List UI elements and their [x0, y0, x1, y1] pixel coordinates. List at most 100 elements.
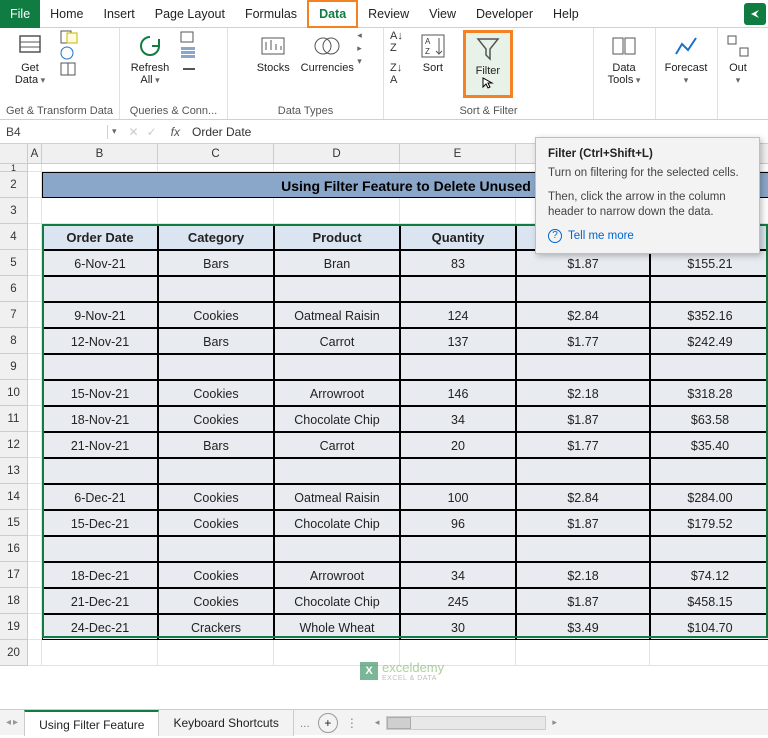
table-cell[interactable]: 96: [400, 510, 516, 536]
table-cell[interactable]: [650, 536, 768, 562]
table-cell[interactable]: 15-Dec-21: [42, 510, 158, 536]
tab-review[interactable]: Review: [358, 0, 419, 28]
table-cell[interactable]: 9-Nov-21: [42, 302, 158, 328]
horizontal-scrollbar[interactable]: ◂ ▸: [386, 716, 546, 730]
cell[interactable]: [400, 164, 516, 172]
table-cell[interactable]: Cookies: [158, 588, 274, 614]
table-cell[interactable]: Carrot: [274, 432, 400, 458]
col-header-C[interactable]: C: [158, 144, 274, 164]
table-cell[interactable]: [158, 458, 274, 484]
cell[interactable]: [400, 198, 516, 224]
table-cell[interactable]: $284.00: [650, 484, 768, 510]
select-all-corner[interactable]: [0, 144, 28, 164]
row-header-20[interactable]: 20: [0, 640, 28, 666]
cell[interactable]: [28, 224, 42, 250]
table-cell[interactable]: Cookies: [158, 380, 274, 406]
table-cell[interactable]: $242.49: [650, 328, 768, 354]
datatype-nav[interactable]: ◂ ▸ ▾: [357, 30, 362, 67]
table-cell[interactable]: 34: [400, 562, 516, 588]
cell[interactable]: [28, 536, 42, 562]
table-cell[interactable]: 30: [400, 614, 516, 640]
table-cell[interactable]: Cookies: [158, 562, 274, 588]
table-cell[interactable]: Bars: [158, 250, 274, 276]
table-cell[interactable]: Cookies: [158, 406, 274, 432]
namebox-dropdown-icon[interactable]: ▾: [108, 126, 121, 137]
tab-view[interactable]: View: [419, 0, 466, 28]
table-cell[interactable]: 6-Nov-21: [42, 250, 158, 276]
col-header-B[interactable]: B: [42, 144, 158, 164]
cell[interactable]: [28, 250, 42, 276]
table-cell[interactable]: Oatmeal Raisin: [274, 484, 400, 510]
table-cell[interactable]: [42, 536, 158, 562]
cell[interactable]: [28, 198, 42, 224]
table-cell[interactable]: [158, 276, 274, 302]
row-header-16[interactable]: 16: [0, 536, 28, 562]
row-header-17[interactable]: 17: [0, 562, 28, 588]
table-cell[interactable]: [516, 276, 650, 302]
table-cell[interactable]: Bars: [158, 432, 274, 458]
cell[interactable]: [28, 432, 42, 458]
cell[interactable]: [28, 588, 42, 614]
table-cell[interactable]: [274, 354, 400, 380]
table-cell[interactable]: $3.49: [516, 614, 650, 640]
table-cell[interactable]: $2.18: [516, 380, 650, 406]
table-cell[interactable]: [400, 536, 516, 562]
col-header-A[interactable]: A: [28, 144, 42, 164]
table-cell[interactable]: 124: [400, 302, 516, 328]
row-header-18[interactable]: 18: [0, 588, 28, 614]
table-cell[interactable]: 12-Nov-21: [42, 328, 158, 354]
cell[interactable]: [42, 640, 158, 666]
table-cell[interactable]: $155.21: [650, 250, 768, 276]
sheet-tab-other[interactable]: Keyboard Shortcuts: [159, 710, 293, 736]
fx-icon[interactable]: fx: [165, 125, 186, 139]
table-cell[interactable]: Crackers: [158, 614, 274, 640]
col-header-E[interactable]: E: [400, 144, 516, 164]
cancel-fx-icon[interactable]: ✕: [129, 125, 139, 139]
table-cell[interactable]: $2.84: [516, 484, 650, 510]
table-cell[interactable]: 15-Nov-21: [42, 380, 158, 406]
cell[interactable]: [274, 198, 400, 224]
table-cell[interactable]: [274, 458, 400, 484]
tab-file[interactable]: File: [0, 0, 40, 28]
table-cell[interactable]: Cookies: [158, 510, 274, 536]
filter-button[interactable]: Filter: [466, 33, 510, 95]
row-header-6[interactable]: 6: [0, 276, 28, 302]
cell[interactable]: [158, 640, 274, 666]
table-cell[interactable]: 100: [400, 484, 516, 510]
row-header-12[interactable]: 12: [0, 432, 28, 458]
connections-options[interactable]: [180, 30, 198, 76]
forecast-button[interactable]: Forecast▾: [662, 30, 710, 98]
cell[interactable]: [28, 406, 42, 432]
table-cell[interactable]: Chocolate Chip: [274, 588, 400, 614]
table-cell[interactable]: Chocolate Chip: [274, 406, 400, 432]
scrollbar-thumb[interactable]: [387, 717, 411, 729]
table-cell[interactable]: [400, 354, 516, 380]
row-header-9[interactable]: 9: [0, 354, 28, 380]
row-header-7[interactable]: 7: [0, 302, 28, 328]
table-cell[interactable]: 18-Nov-21: [42, 406, 158, 432]
table-cell[interactable]: [400, 458, 516, 484]
table-header[interactable]: Product: [274, 224, 400, 250]
table-cell[interactable]: Cookies: [158, 302, 274, 328]
share-button[interactable]: [744, 3, 766, 25]
table-cell[interactable]: [650, 354, 768, 380]
table-cell[interactable]: $318.28: [650, 380, 768, 406]
table-cell[interactable]: $179.52: [650, 510, 768, 536]
sort-button[interactable]: AZ Sort: [409, 30, 457, 98]
table-cell[interactable]: 21-Nov-21: [42, 432, 158, 458]
stocks-button[interactable]: Stocks: [249, 30, 297, 98]
cell[interactable]: [516, 640, 650, 666]
row-header-13[interactable]: 13: [0, 458, 28, 484]
table-cell[interactable]: $1.87: [516, 250, 650, 276]
row-header-5[interactable]: 5: [0, 250, 28, 276]
cell[interactable]: [42, 164, 158, 172]
cell[interactable]: [158, 164, 274, 172]
table-cell[interactable]: [400, 276, 516, 302]
cell[interactable]: [28, 510, 42, 536]
add-sheet-button[interactable]: +: [318, 713, 338, 733]
cell[interactable]: [42, 198, 158, 224]
table-cell[interactable]: 83: [400, 250, 516, 276]
sheet-nav-next-icon[interactable]: ▸: [13, 717, 18, 728]
get-data-button[interactable]: Get Data ▾: [6, 30, 54, 98]
table-cell[interactable]: Chocolate Chip: [274, 510, 400, 536]
